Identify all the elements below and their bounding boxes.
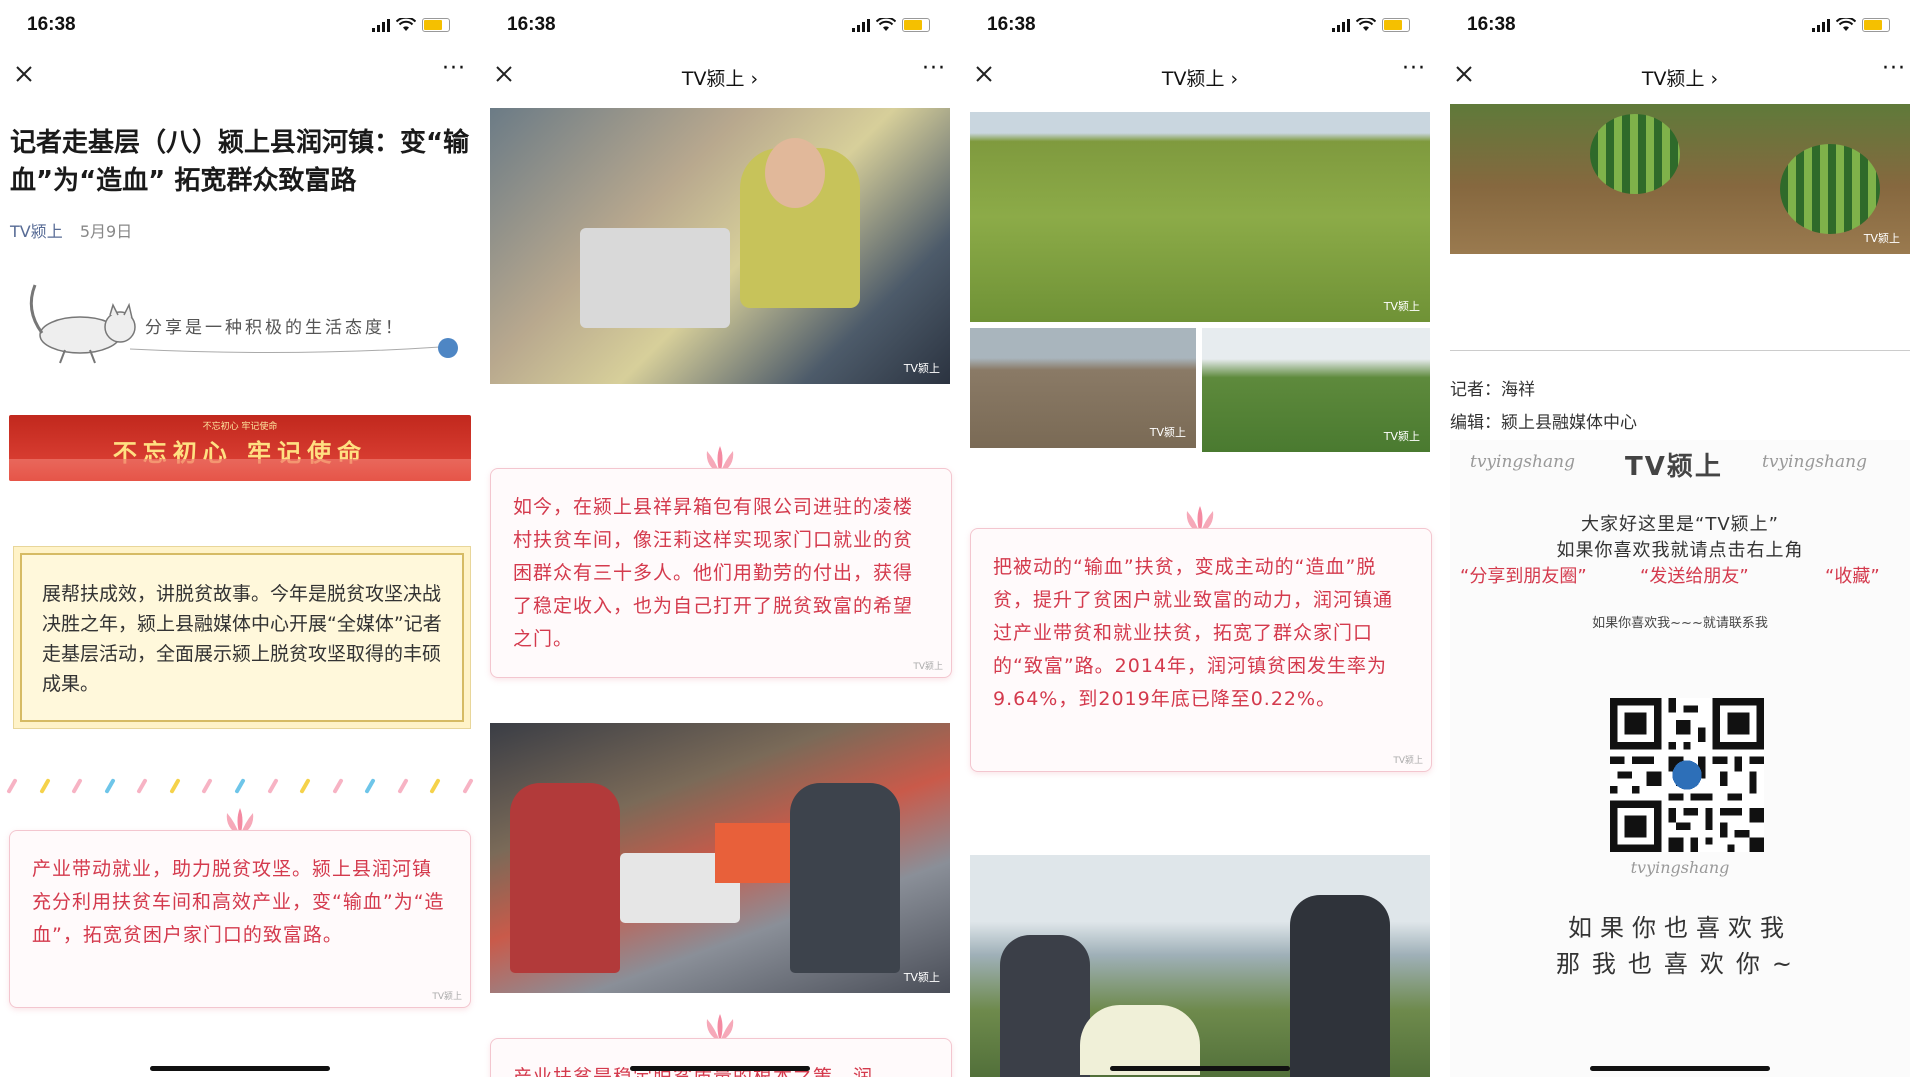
screens-row: 16:38 ··· 记者走基层（八）颍上县润河镇：变“输血”为“造血” 拓宽群众… xyxy=(0,0,1920,1077)
promo-card: tvyingshang TV颍上 tvyingshang 大家好这里是“TV颍上… xyxy=(1450,440,1910,1077)
intro-box: 展帮扶成效，讲脱贫故事。今年是脱贫攻坚决战决胜之年，颍上县融媒体中心开展“全媒体… xyxy=(20,553,464,722)
watermark: TV颍上 xyxy=(432,992,462,1002)
cat-illustration: 分享是一种积极的生活态度！ xyxy=(20,275,460,375)
story-text: 产业带动就业，助力脱贫攻坚。颍上县润河镇充分利用扶贫车间和高效产业，变“输血”为… xyxy=(32,858,445,946)
wifi-icon xyxy=(396,18,416,31)
battery-icon xyxy=(1862,18,1890,32)
qr-caption: tvyingshang xyxy=(1630,858,1730,877)
story-box: 把被动的“输血”扶贫，变成主动的“造血”脱贫，提升了贫困户就业致富的动力，润河镇… xyxy=(970,528,1432,772)
status-icons xyxy=(372,18,450,32)
promo-contact: 如果你喜欢我~~~就请联系我 xyxy=(1592,616,1768,631)
nav-title[interactable]: TV颍上 › xyxy=(480,64,960,91)
watermark: TV颍上 xyxy=(903,971,940,984)
brand-script-left: tvyingshang xyxy=(1470,452,1575,472)
article-title: 记者走基层（八）颍上县润河镇：变“输血”为“造血” 拓宽群众致富路 xyxy=(10,128,470,196)
phone-screen-2: 16:38 TV颍上 › ··· TV颍上 如今，在颍上县祥昇箱包有限公司进驻的… xyxy=(480,0,960,1077)
status-icons xyxy=(852,18,930,32)
phone-screen-3: 16:38 TV颍上 › ··· TV颍上 TV颍上 TV颍上 把被动的“输血”… xyxy=(960,0,1440,1077)
more-icon[interactable]: ··· xyxy=(1402,58,1426,80)
qr-code[interactable] xyxy=(1610,698,1764,852)
nav-bar: TV颍上 › ··· xyxy=(1440,52,1920,102)
banner-subtitle: 不忘初心 牢记使命 xyxy=(202,422,278,432)
story-text: 把被动的“输血”扶贫，变成主动的“造血”脱贫，提升了贫困户就业致富的动力，润河镇… xyxy=(993,556,1394,710)
watermark: TV颍上 xyxy=(903,362,940,375)
phone-screen-1: 16:38 ··· 记者走基层（八）颍上县润河镇：变“输血”为“造血” 拓宽群众… xyxy=(0,0,480,1077)
photo-farmers-carrying xyxy=(970,855,1430,1077)
photo-wheat-field: TV颍上 xyxy=(970,112,1430,322)
battery-icon xyxy=(422,18,450,32)
publish-date: 5月9日 xyxy=(79,222,133,241)
home-indicator[interactable] xyxy=(1590,1066,1770,1071)
watermark: TV颍上 xyxy=(913,662,943,672)
home-indicator[interactable] xyxy=(630,1066,810,1071)
watermark: TV颍上 xyxy=(1393,756,1423,766)
brand-logo: TV颍上 xyxy=(1625,452,1723,482)
signal-icon xyxy=(1332,19,1350,32)
promo-instruction: 如果你喜欢我就请点击右上角 xyxy=(1556,540,1804,561)
nav-title[interactable]: TV颍上 › xyxy=(1440,64,1920,91)
photo-greenhouse: TV颍上 xyxy=(1202,328,1430,452)
watermark: TV颍上 xyxy=(1383,430,1420,443)
nav-title[interactable]: TV颍上 › xyxy=(960,64,1440,91)
reporter-credit: 记者：海祥 xyxy=(1450,380,1535,400)
photo-sewing-worker: TV颍上 xyxy=(490,108,950,384)
status-time: 16:38 xyxy=(507,14,556,35)
status-icons xyxy=(1812,18,1890,32)
story-box: 产业带动就业，助力脱贫攻坚。颍上县润河镇充分利用扶贫车间和高效产业，变“输血”为… xyxy=(9,830,471,1008)
nav-bar: TV颍上 › ··· xyxy=(480,52,960,102)
yarn-line xyxy=(130,338,458,358)
divider xyxy=(1450,350,1910,351)
closing-line-2: 那我也喜欢你~ xyxy=(1555,950,1805,978)
close-icon[interactable] xyxy=(12,62,36,86)
wifi-icon xyxy=(1836,18,1856,31)
more-icon[interactable]: ··· xyxy=(922,58,946,80)
wifi-icon xyxy=(876,18,896,31)
wifi-icon xyxy=(1356,18,1376,31)
story-text: 如今，在颍上县祥昇箱包有限公司进驻的凌楼村扶贫车间，像汪莉这样实现家门口就业的贫… xyxy=(513,496,914,650)
closing-line-1: 如果你也喜欢我 xyxy=(1568,914,1792,942)
signal-icon xyxy=(372,19,390,32)
story-box: 如今，在颍上县祥昇箱包有限公司进驻的凌楼村扶贫车间，像汪莉这样实现家门口就业的贫… xyxy=(490,468,952,678)
story-box: 产业扶贫是稳定脱贫质量的根本之策，润 xyxy=(490,1038,952,1077)
status-icons xyxy=(1332,18,1410,32)
home-indicator[interactable] xyxy=(1110,1066,1290,1071)
status-bar: 16:38 xyxy=(1440,0,1920,52)
status-time: 16:38 xyxy=(27,14,76,35)
signal-icon xyxy=(852,19,870,32)
promo-favorite: “收藏” xyxy=(1825,566,1880,587)
nav-bar: ··· xyxy=(0,52,480,102)
status-bar: 16:38 xyxy=(0,0,480,52)
account-link[interactable]: TV颍上 xyxy=(10,222,63,241)
intro-text: 展帮扶成效，讲脱贫故事。今年是脱贫攻坚决战决胜之年，颍上县融媒体中心开展“全媒体… xyxy=(42,583,442,695)
photo-workshop: TV颍上 xyxy=(490,723,950,993)
promo-greeting: 大家好这里是“TV颍上” xyxy=(1581,514,1779,535)
photo-watermelon: TV颍上 xyxy=(1450,104,1910,254)
editor-credit: 编辑：颍上县融媒体中心 xyxy=(1450,413,1637,433)
signal-icon xyxy=(1812,19,1830,32)
battery-icon xyxy=(902,18,930,32)
nav-bar: TV颍上 › ··· xyxy=(960,52,1440,102)
watermark: TV颍上 xyxy=(1383,300,1420,313)
more-icon[interactable]: ··· xyxy=(442,58,466,80)
status-time: 16:38 xyxy=(1467,14,1516,35)
phone-screen-4: 16:38 TV颍上 › ··· TV颍上 记者：海祥 编辑：颍上县融媒体中心 … xyxy=(1440,0,1920,1077)
brand-script-right: tvyingshang xyxy=(1762,452,1867,472)
status-bar: 16:38 xyxy=(960,0,1440,52)
promo-share-moments: “分享到朋友圈” xyxy=(1460,566,1587,587)
photo-irrigation: TV颍上 xyxy=(970,328,1196,448)
status-time: 16:38 xyxy=(987,14,1036,35)
colored-divider xyxy=(6,778,474,794)
promo-send-friend: “发送给朋友” xyxy=(1640,566,1749,587)
home-indicator[interactable] xyxy=(150,1066,330,1071)
watermark: TV颍上 xyxy=(1863,232,1900,245)
battery-icon xyxy=(1382,18,1410,32)
more-icon[interactable]: ··· xyxy=(1882,58,1906,80)
watermark: TV颍上 xyxy=(1149,426,1186,439)
article-meta: TV颍上 5月9日 xyxy=(10,218,132,242)
status-bar: 16:38 xyxy=(480,0,960,52)
slogan-banner: 不忘初心 牢记使命 不忘初心 牢记使命 xyxy=(9,415,471,481)
